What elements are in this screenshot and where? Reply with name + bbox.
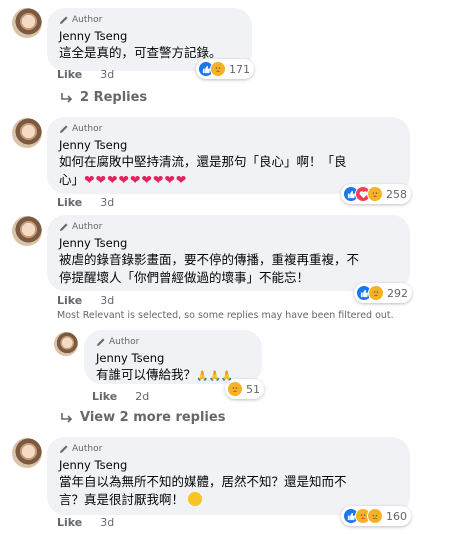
author-badge-label: Author bbox=[72, 15, 103, 25]
reaction-count: 292 bbox=[387, 286, 408, 300]
unamused-face-emoji bbox=[188, 492, 202, 506]
timestamp[interactable]: 3d bbox=[100, 196, 114, 209]
like-button[interactable]: Like bbox=[57, 68, 82, 81]
reaction-summary[interactable]: 258 bbox=[341, 184, 411, 204]
timestamp[interactable]: 2d bbox=[135, 390, 149, 403]
comment-text-tail: 心」 bbox=[59, 172, 85, 187]
avatar[interactable] bbox=[12, 216, 42, 246]
reaction-count: 160 bbox=[386, 509, 407, 523]
commenter-name[interactable]: Jenny Tseng bbox=[59, 457, 398, 473]
timestamp[interactable]: 3d bbox=[100, 516, 114, 529]
like-button[interactable]: Like bbox=[57, 516, 82, 529]
pencil-icon bbox=[60, 445, 68, 453]
reaction-summary[interactable]: 292 bbox=[354, 283, 412, 303]
commenter-name[interactable]: Jenny Tseng bbox=[59, 137, 398, 153]
comment-actions: Like 3d bbox=[57, 196, 114, 209]
like-button[interactable]: Like bbox=[92, 390, 117, 403]
comment-text-line: 被虐的錄音錄影畫面，要不停的傳播，重複再重複，不 bbox=[59, 252, 360, 267]
reply-bubble: Author Jenny Tseng 有誰可以傳給我？🙏🙏🙏 bbox=[84, 330, 262, 384]
reply-arrow-icon bbox=[61, 412, 73, 423]
comment-text-line: 當年自以為無所不知的媒體，居然不知？還是知而不 bbox=[59, 474, 347, 489]
author-badge: Author bbox=[59, 442, 398, 456]
avatar[interactable] bbox=[54, 332, 78, 356]
author-badge: Author bbox=[59, 220, 398, 234]
view-more-replies-label: View 2 more replies bbox=[80, 410, 226, 425]
pencil-icon bbox=[60, 16, 68, 24]
pencil-icon bbox=[97, 338, 105, 346]
comment-actions: Like 3d bbox=[57, 68, 114, 81]
comment-bubble: Author Jenny Tseng 被虐的錄音錄影畫面，要不停的傳播，重複再重… bbox=[47, 215, 410, 291]
comment-bubble: Author Jenny Tseng 當年自以為無所不知的媒體，居然不知？還是知… bbox=[47, 437, 410, 515]
care-reaction-icon bbox=[367, 186, 383, 202]
reaction-summary[interactable]: 160 bbox=[341, 506, 411, 526]
comment-text-line: 如何在腐敗中堅持清流，還是那句「良心」啊！「良 bbox=[59, 154, 347, 169]
hearts-emoji: ❤❤❤❤❤❤❤❤❤ bbox=[84, 172, 188, 187]
author-badge: Author bbox=[96, 335, 250, 349]
view-more-replies-link[interactable]: View 2 more replies bbox=[60, 410, 225, 425]
reaction-count: 51 bbox=[246, 382, 260, 396]
view-replies-label: 2 Replies bbox=[80, 90, 148, 105]
author-badge-label: Author bbox=[72, 124, 103, 134]
commenter-name[interactable]: Jenny Tseng bbox=[59, 28, 240, 44]
care-reaction-icon bbox=[368, 285, 384, 301]
care-reaction-icon bbox=[227, 381, 243, 397]
avatar[interactable] bbox=[12, 438, 42, 468]
pencil-icon bbox=[60, 125, 68, 133]
comment-actions: Like 3d bbox=[57, 294, 114, 307]
comment-actions: Like 2d bbox=[92, 390, 149, 403]
like-button[interactable]: Like bbox=[57, 294, 82, 307]
timestamp[interactable]: 3d bbox=[100, 68, 114, 81]
avatar[interactable] bbox=[12, 118, 42, 148]
timestamp[interactable]: 3d bbox=[100, 294, 114, 307]
author-badge: Author bbox=[59, 122, 398, 136]
commenter-name[interactable]: Jenny Tseng bbox=[96, 350, 250, 366]
reaction-count: 258 bbox=[386, 187, 407, 201]
comment-text-line: 停提醒壞人「你們曾經做過的壞事」不能忘！ bbox=[59, 270, 310, 285]
author-badge-label: Author bbox=[72, 222, 103, 232]
reply-arrow-icon bbox=[61, 92, 73, 103]
care-reaction-icon bbox=[210, 61, 226, 77]
like-button[interactable]: Like bbox=[57, 196, 82, 209]
author-badge: Author bbox=[59, 13, 240, 27]
avatar[interactable] bbox=[12, 8, 42, 38]
filter-notice: Most Relevant is selected, so some repli… bbox=[57, 310, 394, 321]
comment-bubble: Author Jenny Tseng 如何在腐敗中堅持清流，還是那句「良心」啊！… bbox=[47, 117, 410, 194]
pencil-icon bbox=[60, 223, 68, 231]
comment-actions: Like 3d bbox=[57, 516, 114, 529]
author-badge-label: Author bbox=[72, 444, 103, 454]
reaction-count: 171 bbox=[229, 62, 250, 76]
reaction-summary[interactable]: 171 bbox=[196, 59, 254, 79]
reaction-summary[interactable]: 51 bbox=[225, 379, 264, 399]
view-replies-link[interactable]: 2 Replies bbox=[60, 90, 147, 105]
reply-text: 有誰可以傳給我？ bbox=[96, 367, 197, 382]
commenter-name[interactable]: Jenny Tseng bbox=[59, 235, 398, 251]
author-badge-label: Author bbox=[109, 337, 140, 347]
sad-reaction-icon bbox=[367, 508, 383, 524]
comment-text-tail: 言？真是很討厭我啊！ bbox=[59, 492, 185, 507]
